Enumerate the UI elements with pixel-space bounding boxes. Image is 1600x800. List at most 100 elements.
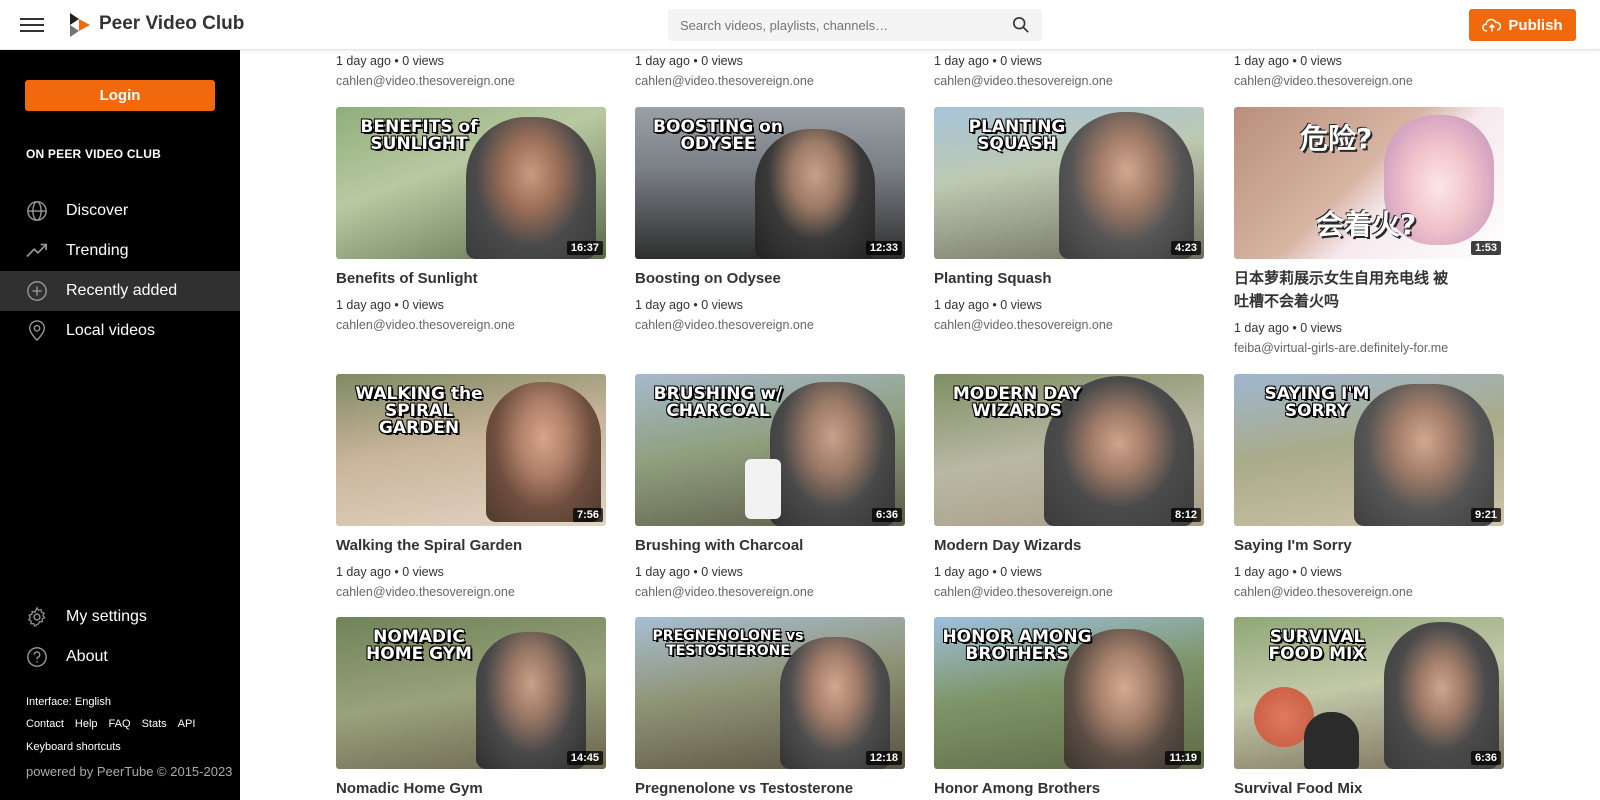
site-title[interactable]: Peer Video Club <box>99 13 244 35</box>
video-meta: 1 day ago • 0 views <box>1234 54 1342 68</box>
sidebar-item-label: Trending <box>66 242 129 259</box>
video-thumbnail[interactable]: NOMADIC HOME GYM 14:45 <box>336 617 606 769</box>
video-duration: 8:12 <box>1170 508 1201 522</box>
video-meta: 1 day ago • 0 views <box>934 298 1042 312</box>
video-thumbnail[interactable]: BOOSTING on ODYSEE 12:33 <box>635 107 905 259</box>
video-meta: 1 day ago • 0 views <box>1234 565 1342 579</box>
video-account[interactable]: cahlen@video.thesovereign.one <box>635 585 814 599</box>
peertube-logo[interactable] <box>70 13 92 37</box>
video-duration: 12:33 <box>865 241 902 255</box>
video-title[interactable]: 日本萝莉展示女生自用充电线 被 吐槽不会着火吗 <box>1234 267 1474 313</box>
video-thumbnail[interactable]: PREGNENOLONE vs TESTOSTERONE 12:18 <box>635 617 905 769</box>
top-header: Peer Video Club Publish <box>0 0 1600 50</box>
footer-link-faq[interactable]: FAQ <box>109 718 131 730</box>
video-account[interactable]: cahlen@video.thesovereign.one <box>1234 74 1413 88</box>
sidebar-section-title: ON PEER VIDEO CLUB <box>26 147 161 161</box>
sidebar-item-recently-added[interactable]: Recently added <box>0 271 240 311</box>
video-account[interactable]: cahlen@video.thesovereign.one <box>934 318 1113 332</box>
video-account[interactable]: cahlen@video.thesovereign.one <box>934 74 1113 88</box>
sidebar-item-local-videos[interactable]: Local videos <box>0 311 240 351</box>
video-title[interactable]: Brushing with Charcoal <box>635 534 803 557</box>
interface-language[interactable]: Interface: English <box>26 696 111 708</box>
sidebar: Login ON PEER VIDEO CLUB Discover Trendi… <box>0 50 240 800</box>
video-account[interactable]: cahlen@video.thesovereign.one <box>635 74 814 88</box>
video-meta: 1 day ago • 0 views <box>635 54 743 68</box>
video-title[interactable]: Pregnenolone vs Testosterone <box>635 777 853 800</box>
footer-link-stats[interactable]: Stats <box>142 718 167 730</box>
video-thumbnail[interactable]: PLANTING SQUASH 4:23 <box>934 107 1204 259</box>
sidebar-item-my-settings[interactable]: My settings <box>0 597 240 637</box>
search-input[interactable] <box>668 9 988 41</box>
menu-icon[interactable] <box>20 15 44 35</box>
thumbnail-caption: NOMADIC HOME GYM <box>366 627 472 664</box>
video-title[interactable]: Planting Squash <box>934 267 1052 290</box>
video-title[interactable]: Boosting on Odysee <box>635 267 781 290</box>
video-duration: 9:21 <box>1470 508 1501 522</box>
video-title[interactable]: Survival Food Mix <box>1234 777 1362 800</box>
thumbnail-caption: HONOR AMONG BROTHERS <box>942 627 1092 664</box>
footer-link-help[interactable]: Help <box>75 718 98 730</box>
trending-icon <box>26 243 47 258</box>
video-thumbnail[interactable]: 危险? 会着火? 1:53 <box>1234 107 1504 259</box>
video-title[interactable]: Honor Among Brothers <box>934 777 1100 800</box>
video-thumbnail[interactable]: WALKING the SPIRAL GARDEN 7:56 <box>336 374 606 526</box>
video-duration: 14:45 <box>566 751 603 765</box>
video-thumbnail[interactable]: HONOR AMONG BROTHERS 11:19 <box>934 617 1204 769</box>
sidebar-item-label: Local videos <box>66 322 155 339</box>
thumbnail-caption: WALKING the SPIRAL GARDEN <box>355 384 483 438</box>
video-title[interactable]: Nomadic Home Gym <box>336 777 483 800</box>
video-duration: 7:56 <box>572 508 603 522</box>
video-meta: 1 day ago • 0 views <box>336 298 444 312</box>
footer-links: Contact Help FAQ Stats API <box>26 718 195 730</box>
video-title[interactable]: Saying I'm Sorry <box>1234 534 1352 557</box>
gear-icon <box>27 606 46 628</box>
video-title[interactable]: Benefits of Sunlight <box>336 267 478 290</box>
video-account[interactable]: cahlen@video.thesovereign.one <box>1234 585 1413 599</box>
video-duration: 1:53 <box>1470 241 1501 255</box>
video-duration: 16:37 <box>566 241 603 255</box>
video-account[interactable]: feiba@virtual-girls-are.definitely-for.m… <box>1234 341 1448 355</box>
video-title[interactable]: Walking the Spiral Garden <box>336 534 522 557</box>
powered-by[interactable]: powered by PeerTube © 2015-2023 <box>26 764 232 779</box>
video-meta: 1 day ago • 0 views <box>635 298 743 312</box>
search-box[interactable] <box>668 9 1042 41</box>
thumbnail-caption: SURVIVAL FOOD MIX <box>1268 627 1366 664</box>
video-thumbnail[interactable]: MODERN DAY WIZARDS 8:12 <box>934 374 1204 526</box>
video-meta: 1 day ago • 0 views <box>336 54 444 68</box>
video-account[interactable]: cahlen@video.thesovereign.one <box>934 585 1113 599</box>
video-duration: 6:36 <box>871 508 902 522</box>
location-pin-icon <box>28 320 46 342</box>
thumbnail-caption: SAYING I'M SORRY <box>1264 384 1370 421</box>
thumbnail-caption: BRUSHING w/ CHARCOAL <box>653 384 783 421</box>
video-meta: 1 day ago • 0 views <box>635 565 743 579</box>
footer-link-api[interactable]: API <box>178 718 196 730</box>
publish-button[interactable]: Publish <box>1469 9 1576 41</box>
sidebar-item-label: My settings <box>66 608 147 625</box>
video-account[interactable]: cahlen@video.thesovereign.one <box>336 318 515 332</box>
globe-icon <box>27 201 47 221</box>
video-thumbnail[interactable]: BENEFITS of SUNLIGHT 16:37 <box>336 107 606 259</box>
video-thumbnail[interactable]: BRUSHING w/ CHARCOAL 6:36 <box>635 374 905 526</box>
video-title[interactable]: Modern Day Wizards <box>934 534 1081 557</box>
video-duration: 4:23 <box>1170 241 1201 255</box>
sidebar-item-trending[interactable]: Trending <box>0 231 240 271</box>
video-account[interactable]: cahlen@video.thesovereign.one <box>336 74 515 88</box>
video-account[interactable]: cahlen@video.thesovereign.one <box>336 585 515 599</box>
thumbnail-caption-2: 会着火? <box>1316 208 1417 241</box>
footer-link-contact[interactable]: Contact <box>26 718 64 730</box>
keyboard-shortcuts-link[interactable]: Keyboard shortcuts <box>26 741 121 753</box>
video-thumbnail[interactable]: SAYING I'M SORRY 9:21 <box>1234 374 1504 526</box>
plus-circle-icon <box>27 281 47 301</box>
login-button[interactable]: Login <box>25 80 215 111</box>
cloud-upload-icon <box>1482 18 1502 32</box>
video-title-line-1: 日本萝莉展示女生自用充电线 被 <box>1234 270 1449 287</box>
thumbnail-caption: 危险? <box>1300 122 1373 155</box>
video-duration: 11:19 <box>1165 751 1201 765</box>
sidebar-item-about[interactable]: About <box>0 637 240 677</box>
video-thumbnail[interactable]: SURVIVAL FOOD MIX 6:36 <box>1234 617 1504 769</box>
video-title-line-2: 吐槽不会着火吗 <box>1234 293 1340 310</box>
sidebar-item-label: Discover <box>66 202 129 219</box>
sidebar-item-discover[interactable]: Discover <box>0 191 240 231</box>
video-account[interactable]: cahlen@video.thesovereign.one <box>635 318 814 332</box>
search-icon[interactable] <box>1012 16 1030 34</box>
